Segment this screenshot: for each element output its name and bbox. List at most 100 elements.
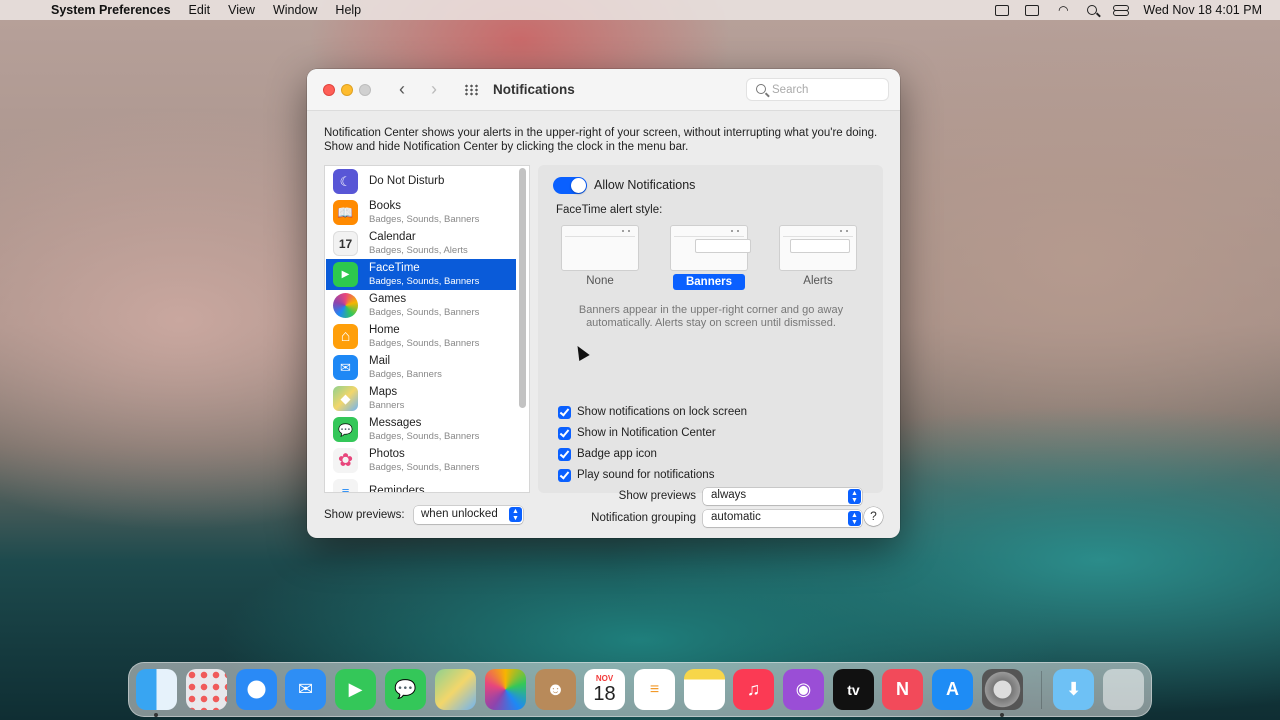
- control-center-icon[interactable]: [1113, 4, 1130, 16]
- app-list-scrollbar[interactable]: [519, 168, 526, 408]
- podcasts-icon[interactable]: ◉: [783, 669, 824, 710]
- menu-edit[interactable]: Edit: [189, 3, 211, 17]
- app-name: Games: [369, 293, 407, 305]
- checkbox-checked[interactable]: [558, 468, 571, 482]
- app-subtitle: Badges, Sounds, Banners: [369, 276, 480, 287]
- contacts-icon[interactable]: ☻: [535, 669, 576, 710]
- alert-style-alerts-caption: Alerts: [803, 275, 833, 287]
- app-row-calendar[interactable]: 17 Calendar Badges, Sounds, Alerts: [326, 228, 516, 259]
- music-icon[interactable]: ♫: [733, 669, 774, 710]
- menu-window[interactable]: Window: [273, 3, 317, 17]
- app-name: Photos: [369, 448, 405, 460]
- notification-grouping-value: automatic: [711, 511, 761, 523]
- app-list[interactable]: ☾ Do Not Disturb 📖 Books Badges, Sounds,…: [324, 165, 530, 493]
- back-chevron-icon[interactable]: ‹: [392, 79, 412, 99]
- menu-view[interactable]: View: [228, 3, 255, 17]
- app-row-home[interactable]: ⌂ Home Badges, Sounds, Banners: [326, 321, 516, 352]
- notification-grouping-select[interactable]: automatic ▲ ▼: [703, 510, 862, 527]
- zoom-button[interactable]: [359, 84, 371, 96]
- check-lock-screen[interactable]: Show notifications on lock screen: [558, 404, 747, 420]
- app-settings-pane: Allow Notifications FaceTime alert style…: [538, 165, 883, 527]
- menu-clock[interactable]: Wed Nov 18 4:01 PM: [1143, 3, 1262, 17]
- home-icon: ⌂: [333, 324, 358, 349]
- popup-stepper-icon: ▲ ▼: [509, 507, 522, 522]
- show-all-grid-icon[interactable]: [464, 84, 478, 96]
- apple-tv-icon[interactable]: tv: [833, 669, 874, 710]
- spotlight-search-icon[interactable]: [1087, 5, 1098, 15]
- check-badge-app-icon[interactable]: Badge app icon: [558, 446, 657, 462]
- news-icon[interactable]: N: [882, 669, 923, 710]
- downloads-folder-icon[interactable]: ⬇: [1053, 669, 1094, 710]
- app-row-do-not-disturb[interactable]: ☾ Do Not Disturb: [326, 166, 516, 197]
- alert-style-banners[interactable]: Banners: [669, 225, 751, 295]
- app-row-mail[interactable]: ✉ Mail Badges, Banners: [326, 352, 516, 383]
- messages-dock-icon[interactable]: 💬: [385, 669, 426, 710]
- show-previews-value: always: [711, 489, 747, 501]
- search-field[interactable]: [746, 78, 889, 101]
- app-row-messages[interactable]: 💬 Messages Badges, Sounds, Banners: [326, 414, 516, 445]
- app-subtitle: Badges, Sounds, Alerts: [369, 245, 468, 256]
- facetime-dock-icon[interactable]: ▶: [335, 669, 376, 710]
- app-name: Calendar: [369, 231, 416, 243]
- launchpad-icon[interactable]: [186, 669, 227, 710]
- show-previews-select[interactable]: always ▲ ▼: [703, 488, 862, 505]
- books-icon: 📖: [333, 200, 358, 225]
- app-row-facetime[interactable]: ▶ FaceTime Badges, Sounds, Banners: [326, 259, 516, 290]
- menu-bar: System Preferences Edit View Window Help…: [0, 0, 1280, 20]
- moon-icon: ☾: [333, 169, 358, 194]
- alert-style-alerts[interactable]: Alerts: [778, 225, 858, 295]
- menu-bar-extras: ◠ Wed Nov 18 4:01 PM: [995, 0, 1262, 20]
- reminders-icon: ≡: [333, 479, 358, 492]
- alert-style-none-preview: [561, 225, 639, 271]
- app-name: Messages: [369, 417, 422, 429]
- notification-grouping-label: Notification grouping: [591, 512, 696, 524]
- maps-icon: ◆: [333, 386, 358, 411]
- app-subtitle: Badges, Banners: [369, 369, 442, 380]
- app-row-reminders[interactable]: ≡ Reminders: [326, 476, 516, 492]
- global-show-previews-value: when unlocked: [421, 508, 498, 520]
- popup-stepper-icon: ▲ ▼: [848, 511, 861, 526]
- app-row-books[interactable]: 📖 Books Badges, Sounds, Banners: [326, 197, 516, 228]
- finder-icon[interactable]: [136, 669, 177, 710]
- app-name: FaceTime: [369, 262, 420, 274]
- check-play-sound[interactable]: Play sound for notifications: [558, 467, 714, 483]
- app-row-maps[interactable]: ◆ Maps Banners: [326, 383, 516, 414]
- minimize-button[interactable]: [341, 84, 353, 96]
- close-button[interactable]: [323, 84, 335, 96]
- help-button[interactable]: ?: [864, 507, 883, 526]
- maps-dock-icon[interactable]: [435, 669, 476, 710]
- mail-icon: ✉: [333, 355, 358, 380]
- app-store-icon[interactable]: A: [932, 669, 973, 710]
- reminders-dock-icon[interactable]: ≡: [634, 669, 675, 710]
- keyboard-icon[interactable]: [995, 4, 1010, 16]
- mail-dock-icon[interactable]: ✉: [285, 669, 326, 710]
- alert-style-label: FaceTime alert style:: [556, 204, 663, 216]
- alert-style-none[interactable]: None: [560, 225, 640, 295]
- alert-style-alerts-preview: [779, 225, 857, 271]
- menu-help[interactable]: Help: [335, 3, 361, 17]
- calendar-dock-icon[interactable]: NOV 18: [584, 669, 625, 710]
- notes-icon[interactable]: [684, 669, 725, 710]
- check-label: Play sound for notifications: [577, 469, 715, 481]
- forward-chevron-icon[interactable]: ›: [424, 79, 444, 99]
- wifi-icon[interactable]: ◠: [1055, 4, 1071, 16]
- facetime-icon: ▶: [333, 262, 358, 287]
- checkbox-checked[interactable]: [558, 405, 571, 419]
- menu-app-name[interactable]: System Preferences: [51, 3, 171, 17]
- safari-icon[interactable]: [236, 669, 277, 710]
- system-preferences-icon[interactable]: [982, 669, 1023, 710]
- trash-icon[interactable]: [1103, 669, 1144, 710]
- global-show-previews-select[interactable]: when unlocked ▲ ▼: [414, 506, 523, 524]
- app-row-games[interactable]: ● Games Badges, Sounds, Banners: [326, 290, 516, 321]
- search-input[interactable]: [772, 81, 882, 99]
- check-label: Badge app icon: [577, 448, 657, 460]
- checkbox-checked[interactable]: [558, 426, 571, 440]
- photos-icon: ✿: [333, 448, 358, 473]
- check-notification-center[interactable]: Show in Notification Center: [558, 425, 716, 441]
- app-row-photos[interactable]: ✿ Photos Badges, Sounds, Banners: [326, 445, 516, 476]
- allow-notifications-toggle[interactable]: [553, 177, 587, 194]
- calendar-dock-day: 18: [593, 683, 616, 705]
- checkbox-checked[interactable]: [558, 447, 571, 461]
- photos-dock-icon[interactable]: [485, 669, 526, 710]
- display-icon[interactable]: [1025, 4, 1040, 16]
